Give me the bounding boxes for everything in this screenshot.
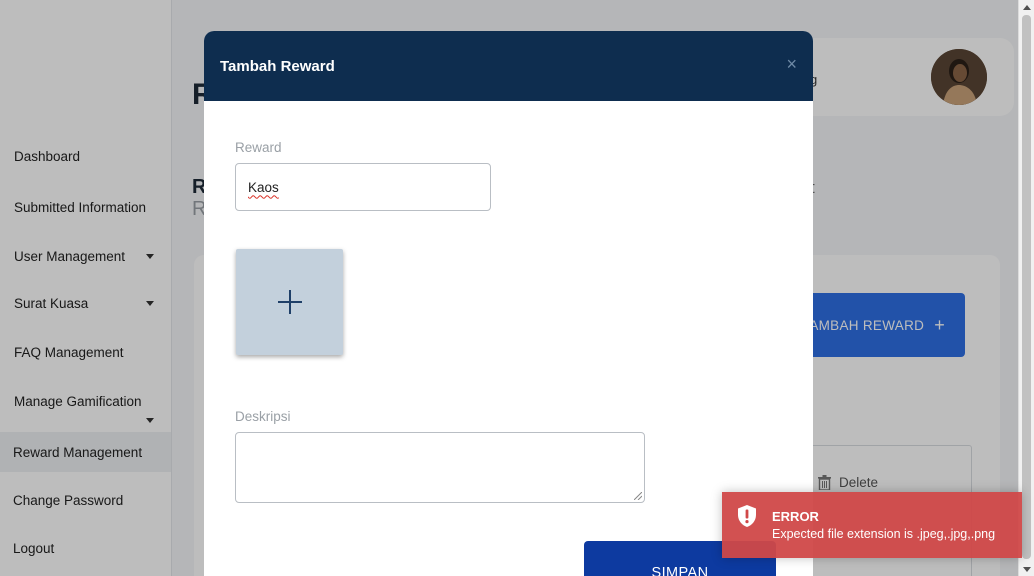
error-toast[interactable]: ERROR Expected file extension is .jpeg,.… <box>722 492 1022 558</box>
modal-header: Tambah Reward × <box>204 31 813 101</box>
resize-handle-icon[interactable] <box>634 492 642 500</box>
modal-title: Tambah Reward <box>220 57 335 75</box>
reward-input-value: Kaos <box>248 179 279 195</box>
scroll-up-icon[interactable] <box>1023 5 1031 10</box>
description-label: Deskripsi <box>235 409 291 424</box>
reward-label: Reward <box>235 140 282 155</box>
toast-title: ERROR <box>772 509 819 524</box>
reward-input[interactable]: Kaos <box>235 163 491 211</box>
description-textarea[interactable] <box>235 432 645 503</box>
plus-icon <box>277 290 302 314</box>
scroll-thumb[interactable] <box>1022 15 1031 559</box>
close-icon[interactable]: × <box>786 54 797 74</box>
scroll-down-icon[interactable] <box>1023 567 1031 572</box>
scrollbar[interactable] <box>1018 0 1034 576</box>
toast-message: Expected file extension is .jpeg,.jpg,.p… <box>772 527 996 541</box>
shield-alert-icon <box>738 505 756 527</box>
save-button-label: SIMPAN <box>651 565 709 576</box>
image-upload-button[interactable] <box>236 249 343 355</box>
